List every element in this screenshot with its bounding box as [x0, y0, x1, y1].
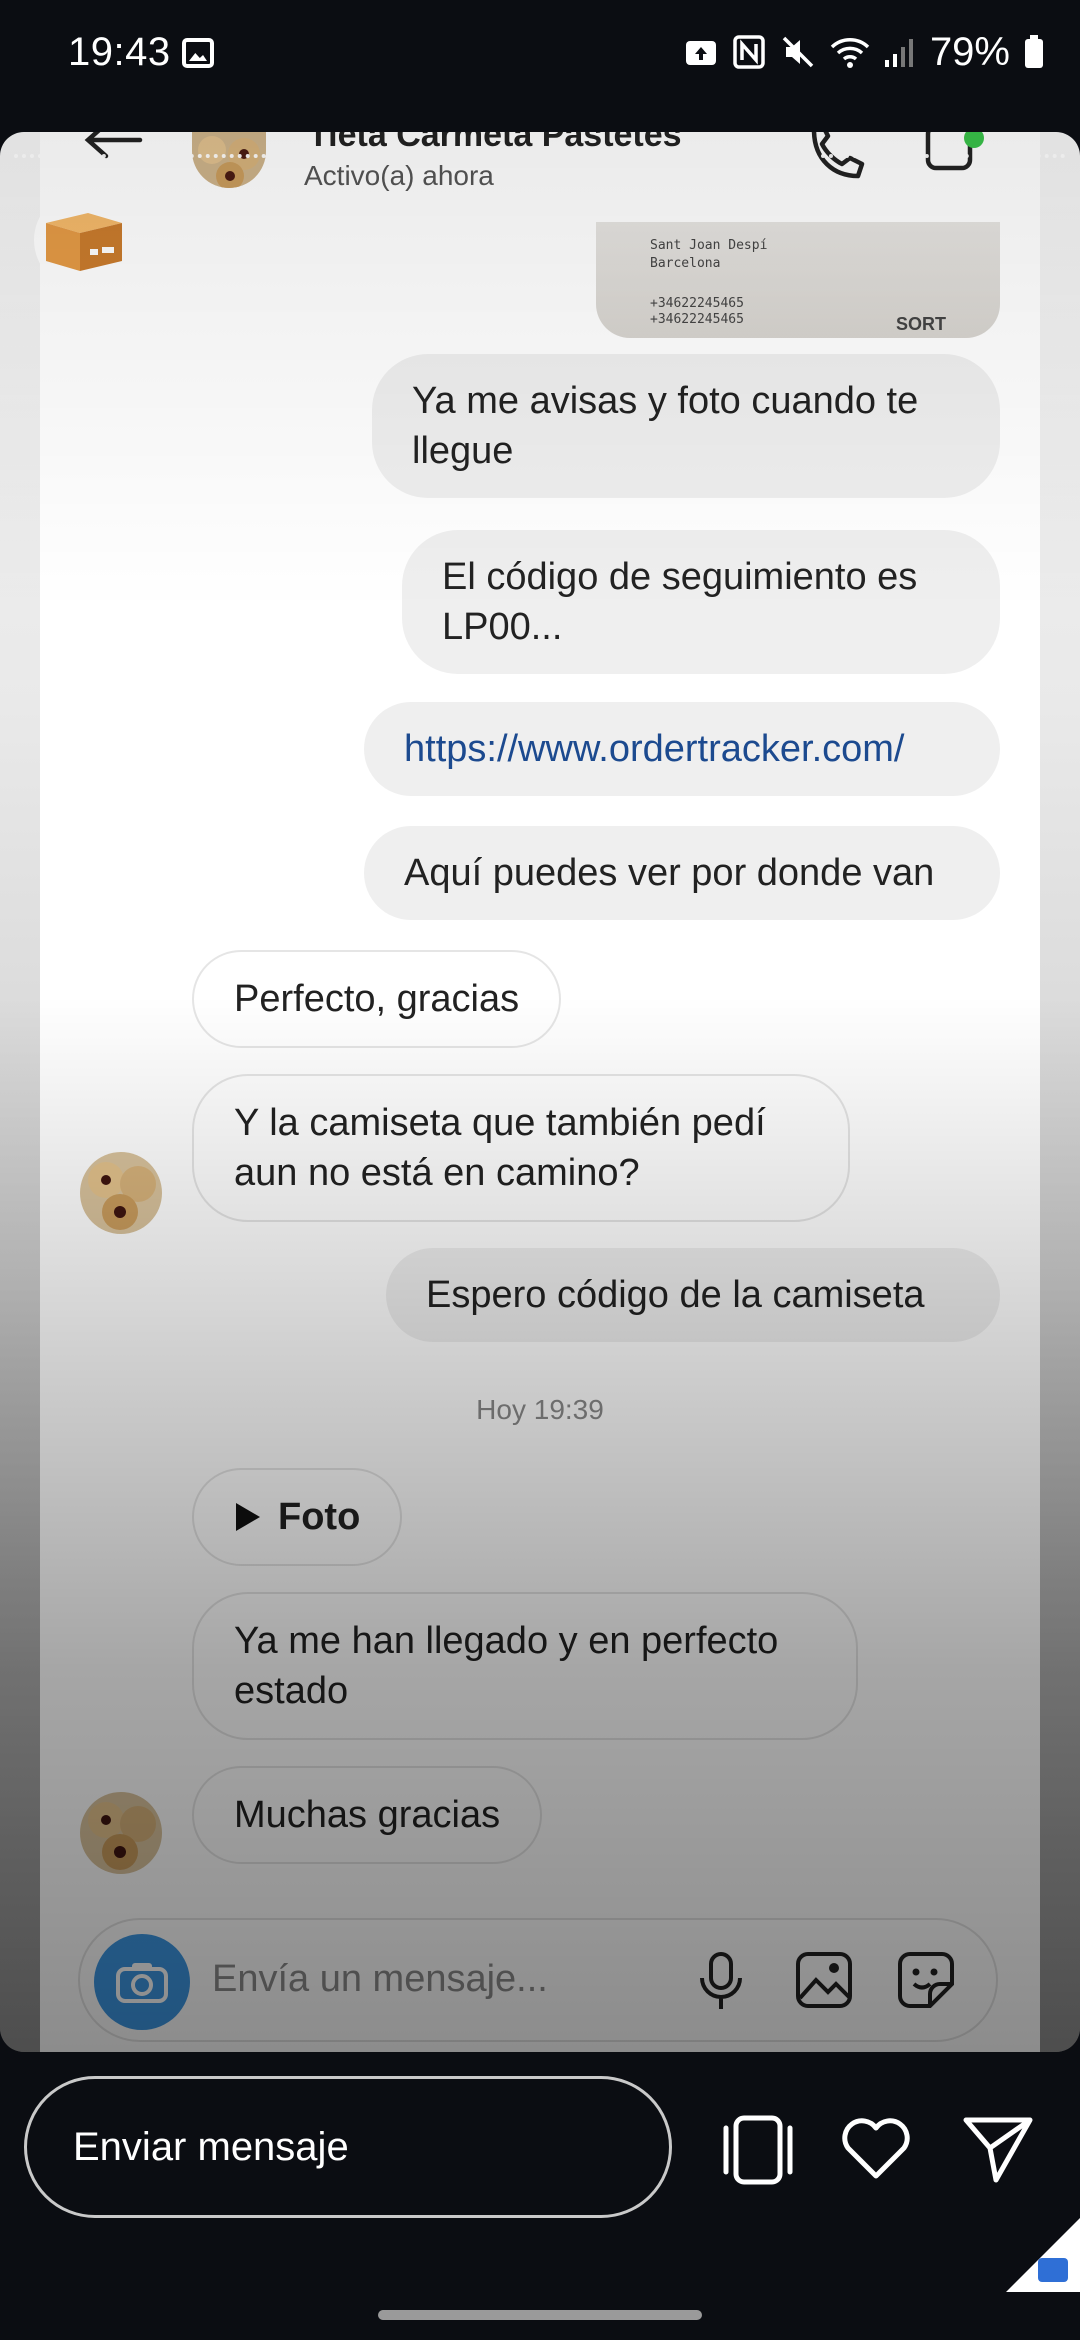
battery-icon: [1025, 35, 1043, 68]
message-text: Ya me avisas y foto cuando te llegue: [412, 380, 919, 472]
back-arrow-icon: [84, 132, 143, 159]
message-text: Aquí puedes ver por donde van: [404, 852, 935, 894]
outgoing-message[interactable]: Aquí puedes ver por donde van: [364, 826, 1000, 920]
contact-avatar: [80, 1792, 162, 1874]
story-title: Pedidos: [166, 218, 314, 261]
battery-percent: 79%: [929, 29, 1010, 74]
reply-input[interactable]: Enviar mensaje: [24, 2076, 672, 2218]
incoming-message[interactable]: Y la camiseta que también pedí aun no es…: [192, 1074, 850, 1222]
wifi-icon: [830, 38, 870, 68]
home-gesture-bar[interactable]: [378, 2310, 702, 2320]
tracking-link[interactable]: https://www.ordertracker.com/: [404, 728, 905, 770]
shared-photo-thumbnail[interactable]: Sant Joan Despí Barcelona +34622245465 +…: [596, 222, 1000, 338]
signal-icon: [884, 39, 913, 67]
message-text: Perfecto, gracias: [234, 978, 520, 1020]
package-icon: [46, 213, 122, 271]
incoming-message[interactable]: Muchas gracias: [192, 1766, 543, 1864]
message-composer[interactable]: Envía un mensaje...: [78, 1918, 998, 2042]
message-text: Espero código de la camiseta: [426, 1274, 925, 1316]
camera-icon: [116, 1963, 168, 2003]
reply-placeholder: Enviar mensaje: [73, 2125, 349, 2169]
mute-icon: [782, 36, 814, 68]
outgoing-link-message[interactable]: https://www.ordertracker.com/: [364, 702, 1000, 796]
play-icon: [236, 1503, 260, 1531]
sticker-icon[interactable]: [896, 1950, 956, 2010]
photo-text-line: Barcelona: [650, 256, 721, 271]
status-time: 19:43: [68, 30, 171, 74]
message-timestamp: Hoy 19:39: [476, 1394, 604, 1425]
device-frame-icon[interactable]: [718, 2114, 798, 2186]
story-progress-bar: [14, 154, 1066, 160]
outgoing-message[interactable]: Ya me avisas y foto cuando te llegue: [372, 354, 1000, 498]
photo-text-line: SORT: [896, 314, 947, 334]
outgoing-message[interactable]: Espero código de la camiseta: [386, 1248, 1000, 1342]
chat-contact-name: Tieta Carmeta Pastetes: [308, 132, 682, 154]
send-icon[interactable]: [962, 2114, 1034, 2184]
status-bar: 19:43 79%: [0, 0, 1080, 104]
gallery-icon[interactable]: [794, 1950, 854, 2010]
story-card[interactable]: Tieta Carmeta Pastetes Activo(a) ahora P…: [0, 132, 1080, 2052]
folder-icon: [1038, 2258, 1068, 2282]
contact-avatar: [80, 1152, 162, 1234]
message-text: Ya me han llegado y en perfecto estado: [234, 1620, 779, 1712]
photo-text-line: +34622245465: [650, 312, 744, 327]
incoming-message[interactable]: Ya me han llegado y en perfecto estado: [192, 1592, 858, 1740]
outgoing-message[interactable]: El código de seguimiento es LP00...: [402, 530, 1000, 674]
camera-button[interactable]: [94, 1934, 190, 2030]
message-text: El código de seguimiento es LP00...: [442, 556, 918, 648]
incoming-message[interactable]: Perfecto, gracias: [192, 950, 562, 1048]
photo-text-line: Sant Joan Despí: [650, 238, 768, 253]
microphone-icon[interactable]: [696, 1950, 746, 2012]
story-more-options-icon[interactable]: [1002, 210, 1014, 268]
photo-message[interactable]: Foto: [192, 1468, 403, 1566]
status-icons: 79%: [684, 28, 1044, 76]
message-input[interactable]: Envía un mensaje...: [212, 1958, 548, 2001]
message-text: Muchas gracias: [234, 1794, 501, 1836]
chat-contact-status: Activo(a) ahora: [304, 160, 494, 191]
story-highlight-avatar[interactable]: [34, 191, 132, 289]
nfc-icon: [733, 35, 765, 69]
message-text: Y la camiseta que también pedí aun no es…: [234, 1102, 766, 1194]
chat-avatar: [192, 132, 266, 188]
photo-text-line: +34622245465: [650, 296, 744, 311]
photo-label: Foto: [278, 1496, 361, 1538]
gallery-notification-icon: [182, 38, 214, 68]
heart-icon[interactable]: [840, 2116, 912, 2182]
upload-notification-icon: [685, 41, 716, 65]
